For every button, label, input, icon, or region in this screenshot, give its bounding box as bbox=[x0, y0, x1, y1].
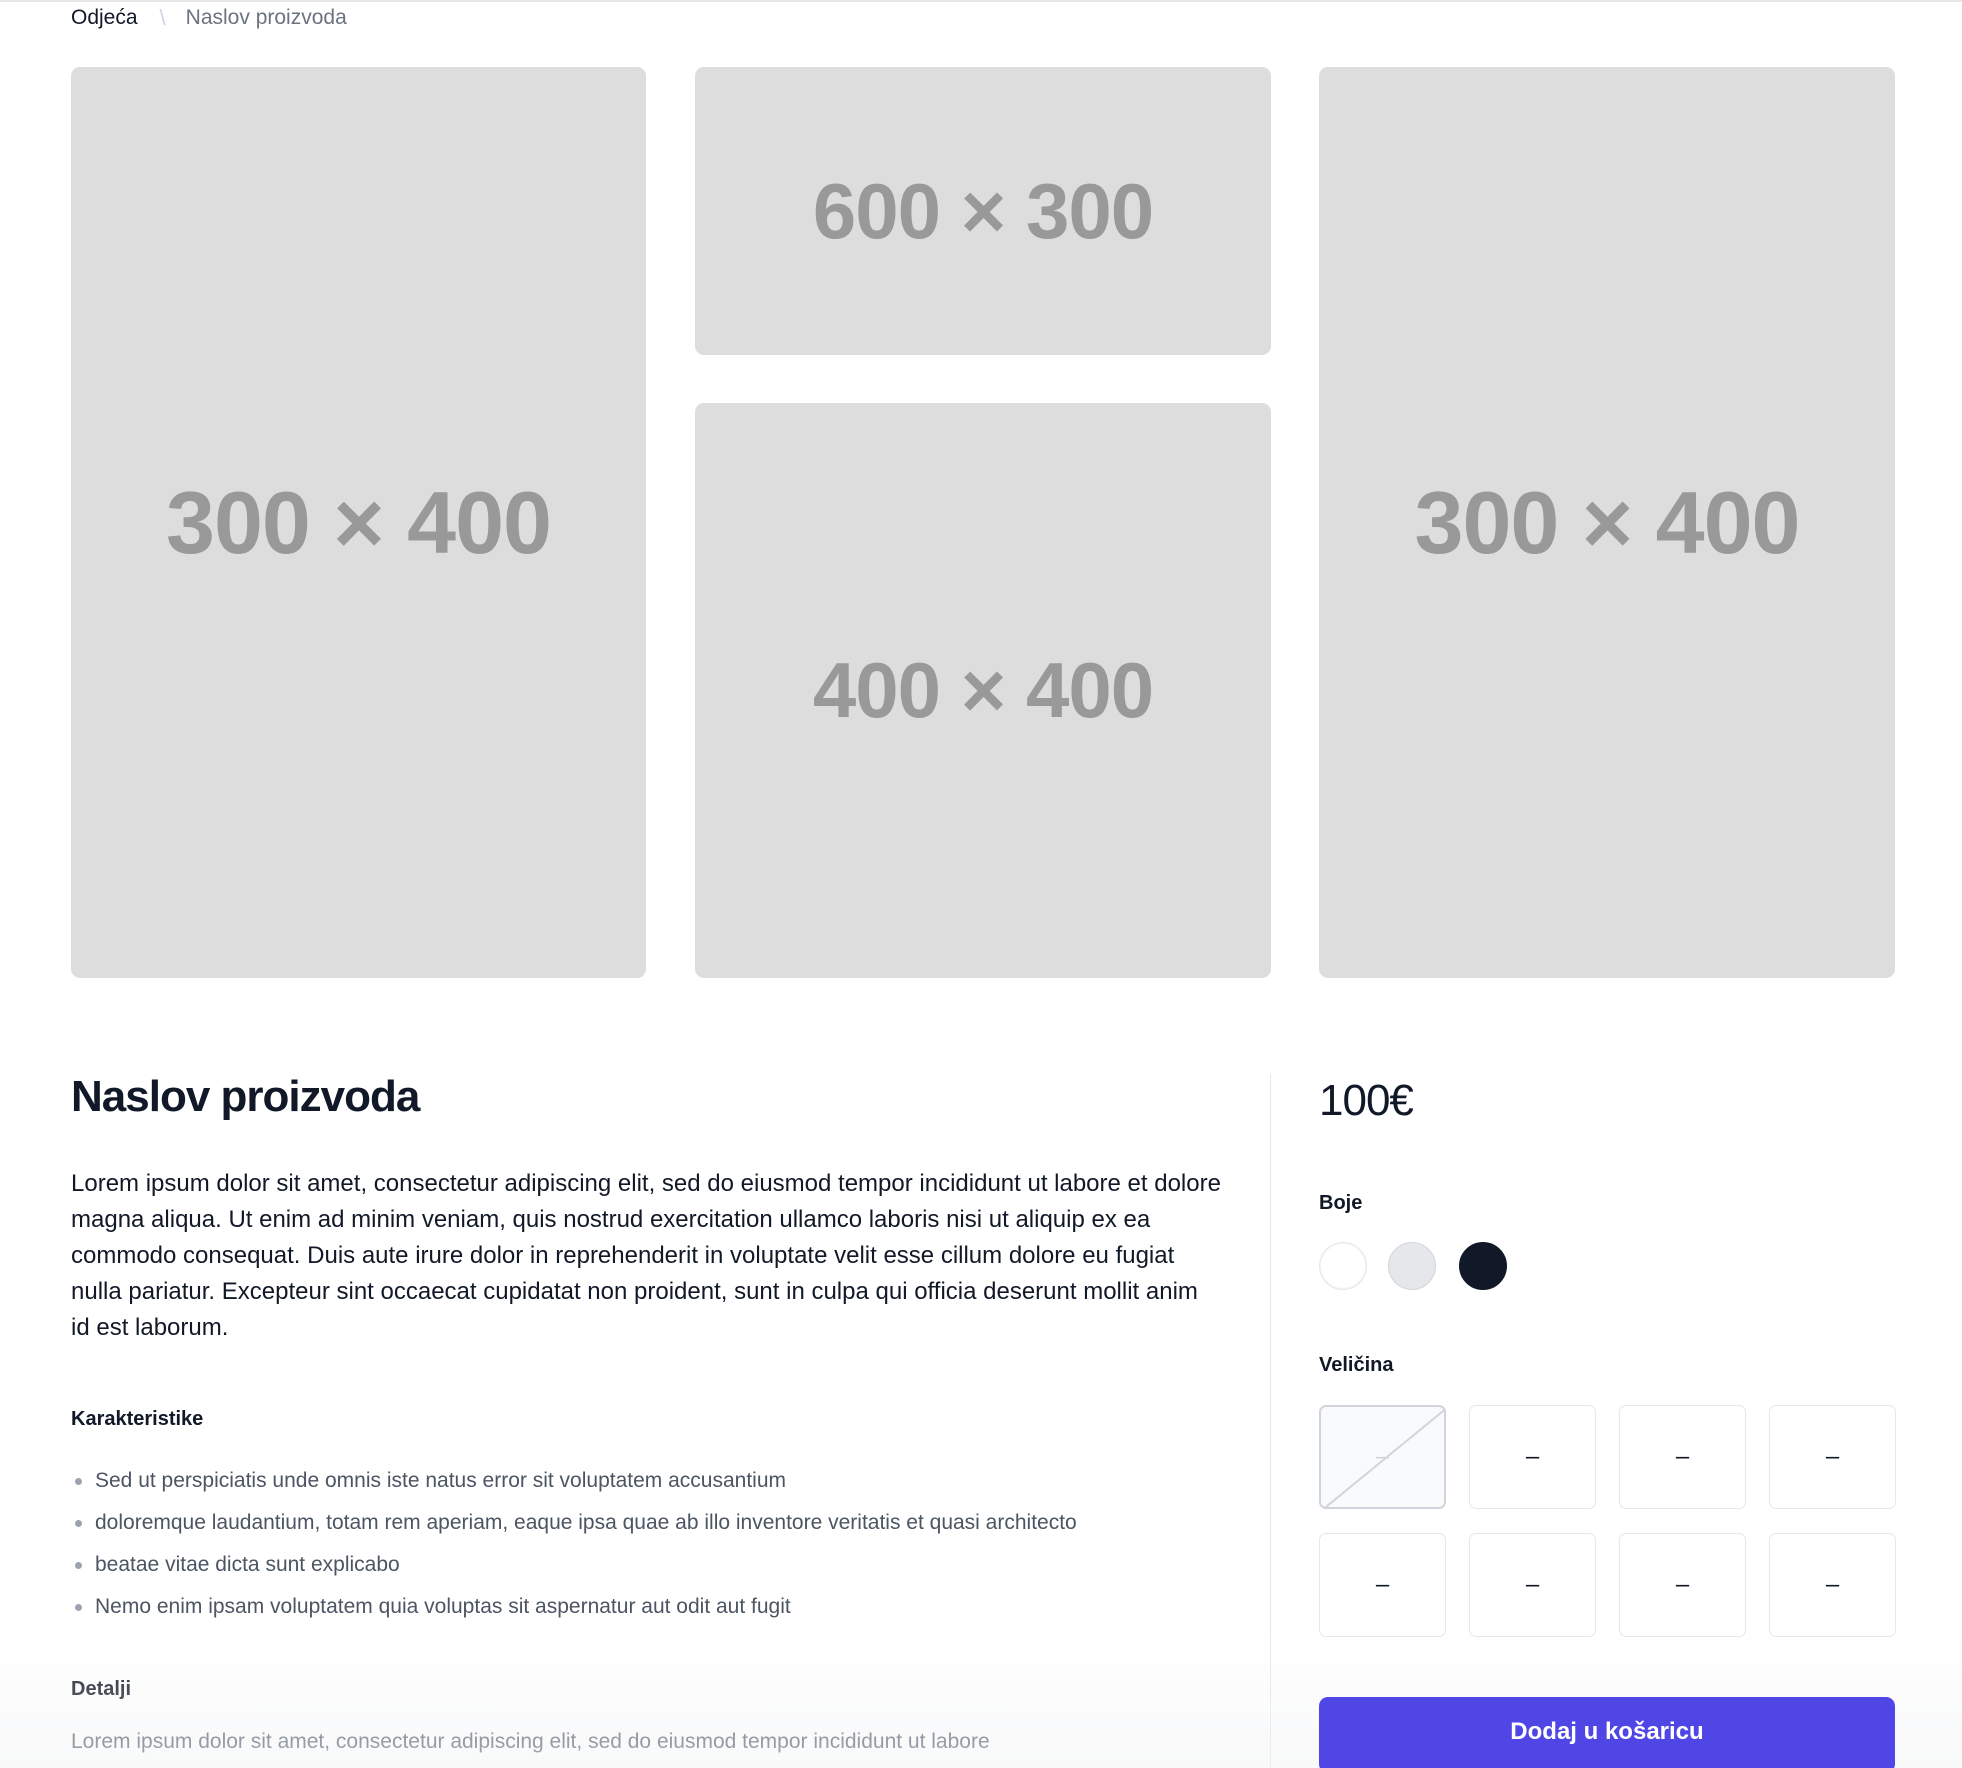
breadcrumb-category-link[interactable]: Odjeća bbox=[71, 6, 138, 30]
color-swatch-gray[interactable] bbox=[1388, 1242, 1436, 1290]
size-option-label: – bbox=[1825, 1571, 1840, 1598]
features-list: Sed ut perspiciatis unde omnis iste natu… bbox=[71, 1460, 1077, 1628]
unavailable-strike-icon bbox=[1324, 1408, 1444, 1507]
product-description: Lorem ipsum dolor sit amet, consectetur … bbox=[71, 1170, 1221, 1341]
size-option-6[interactable]: – bbox=[1469, 1533, 1596, 1637]
column-divider bbox=[1270, 1074, 1271, 1768]
gallery-image-3: 400 × 400 bbox=[695, 403, 1271, 978]
list-item: Nemo enim ipsam voluptatem quia voluptas… bbox=[71, 1586, 1077, 1628]
size-option-7[interactable]: – bbox=[1619, 1533, 1746, 1637]
color-swatch-black[interactable] bbox=[1459, 1242, 1507, 1290]
details-heading: Detalji bbox=[71, 1678, 132, 1700]
add-to-cart-button[interactable]: Dodaj u košaricu bbox=[1319, 1697, 1895, 1768]
size-option-label: – bbox=[1525, 1571, 1540, 1598]
image-placeholder-label: 300 × 400 bbox=[1414, 472, 1801, 572]
size-option-1[interactable]: – bbox=[1319, 1405, 1446, 1509]
product-page: Odjeća \ Naslov proizvoda 300 × 400 600 … bbox=[0, 0, 1962, 1768]
size-option-8[interactable]: – bbox=[1769, 1533, 1896, 1637]
features-heading: Karakteristike bbox=[71, 1408, 204, 1430]
details-text: Lorem ipsum dolor sit amet, consectetur … bbox=[71, 1730, 990, 1753]
size-option-label: – bbox=[1525, 1443, 1540, 1470]
color-swatch-white[interactable] bbox=[1319, 1242, 1367, 1290]
image-placeholder-label: 400 × 400 bbox=[812, 646, 1154, 734]
size-option-5[interactable]: – bbox=[1319, 1533, 1446, 1637]
breadcrumb-separator: \ bbox=[159, 5, 166, 30]
top-border bbox=[0, 0, 1962, 2]
gallery-image-4: 300 × 400 bbox=[1319, 67, 1895, 978]
size-option-2[interactable]: – bbox=[1469, 1405, 1596, 1509]
size-option-label: – bbox=[1675, 1571, 1690, 1598]
list-item: beatae vitae dicta sunt explicabo bbox=[71, 1544, 1077, 1586]
list-item: doloremque laudantium, totam rem aperiam… bbox=[71, 1502, 1077, 1544]
gallery-image-1: 300 × 400 bbox=[71, 67, 646, 978]
gallery-image-2: 600 × 300 bbox=[695, 67, 1271, 355]
size-option-label: – bbox=[1675, 1443, 1690, 1470]
size-option-label: – bbox=[1375, 1571, 1390, 1598]
colors-label: Boje bbox=[1319, 1192, 1363, 1214]
image-placeholder-label: 600 × 300 bbox=[812, 166, 1154, 255]
size-option-4[interactable]: – bbox=[1769, 1405, 1896, 1509]
size-option-3[interactable]: – bbox=[1619, 1405, 1746, 1509]
size-label: Veličina bbox=[1319, 1354, 1394, 1376]
breadcrumb: Odjeća \ Naslov proizvoda bbox=[71, 4, 347, 32]
product-title: Naslov proizvoda bbox=[71, 1072, 420, 1121]
image-placeholder-label: 300 × 400 bbox=[166, 472, 552, 572]
size-option-label: – bbox=[1825, 1443, 1840, 1470]
product-price: 100€ bbox=[1319, 1076, 1414, 1125]
list-item: Sed ut perspiciatis unde omnis iste natu… bbox=[71, 1460, 1077, 1502]
breadcrumb-current-page: Naslov proizvoda bbox=[185, 6, 347, 29]
